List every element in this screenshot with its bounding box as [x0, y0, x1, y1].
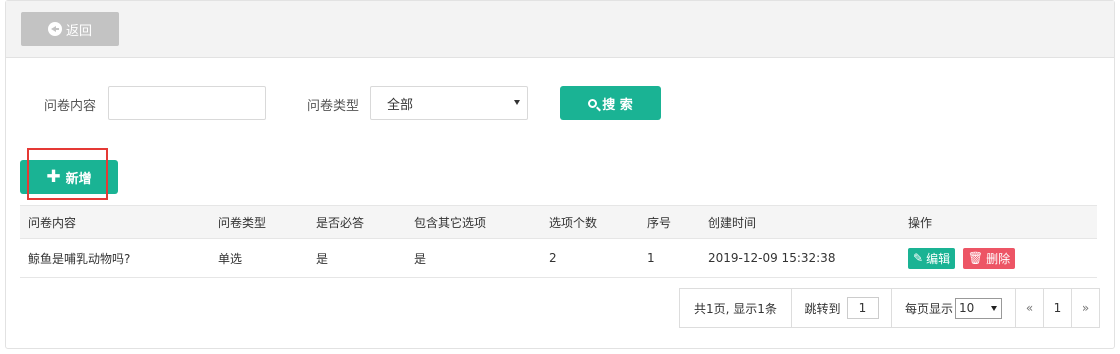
- next-page-button[interactable]: »: [1071, 288, 1100, 328]
- page-jump-label: 跳转到: [804, 301, 841, 316]
- edit-button-label: 编辑: [926, 251, 951, 266]
- delete-button-label: 删除: [986, 251, 1011, 266]
- page-size-value: 10: [959, 301, 975, 315]
- back-button-label: 返回: [65, 23, 92, 39]
- cell-required: 是: [308, 238, 406, 278]
- page-number-label: 1: [1053, 301, 1062, 315]
- top-toolbar: 返回: [6, 1, 1114, 58]
- cell-created: 2019-12-09 15:32:38: [700, 238, 900, 278]
- column-header: 创建时间: [700, 205, 900, 239]
- column-header: 问卷类型: [210, 205, 308, 239]
- table-header-row: 问卷内容 问卷类型 是否必答 包含其它选项 选项个数 序号 创建时间 操作: [20, 205, 1097, 239]
- cell-option-count: 2: [541, 238, 639, 278]
- column-header: 序号: [639, 205, 700, 239]
- column-header: 操作: [900, 205, 1097, 239]
- search-button[interactable]: 搜 索: [560, 86, 661, 120]
- page-size: 每页显示 10: [891, 288, 1016, 328]
- column-header: 选项个数: [541, 205, 639, 239]
- chevron-down-icon: [991, 305, 997, 311]
- highlight-box: [27, 148, 108, 200]
- type-filter-label: 问卷类型: [307, 99, 360, 114]
- prev-page-label: «: [1025, 301, 1034, 315]
- cell-type: 单选: [210, 238, 308, 278]
- next-page-label: »: [1081, 301, 1090, 315]
- prev-page-button[interactable]: «: [1015, 288, 1044, 328]
- page-size-select[interactable]: 10: [955, 297, 1002, 319]
- page-size-label: 每页显示: [904, 301, 953, 316]
- delete-button[interactable]: 🗑 删除: [962, 247, 1016, 269]
- cell-other: 是: [406, 238, 541, 278]
- page-number-button[interactable]: 1: [1043, 288, 1072, 328]
- content-filter-input[interactable]: [108, 86, 266, 120]
- content-filter-label: 问卷内容: [44, 99, 97, 114]
- cell-actions: ✎ 编辑 🗑 删除: [900, 238, 1097, 278]
- type-filter-select[interactable]: 全部: [370, 86, 528, 120]
- page-jump: 跳转到 1: [791, 288, 892, 328]
- column-header: 问卷内容: [20, 205, 210, 239]
- pagination-summary-text: 共1页, 显示1条: [694, 301, 777, 316]
- edit-icon: ✎: [913, 251, 924, 265]
- column-header: 是否必答: [308, 205, 406, 239]
- edit-button[interactable]: ✎ 编辑: [908, 247, 956, 269]
- search-button-label: 搜 索: [602, 97, 633, 113]
- search-icon: [588, 98, 598, 108]
- type-filter-value: 全部: [387, 97, 414, 113]
- page-jump-input[interactable]: 1: [846, 297, 879, 319]
- questionnaire-table: 问卷内容 问卷类型 是否必答 包含其它选项 选项个数 序号 创建时间 操作 鲸鱼…: [20, 205, 1097, 278]
- table-row: 鲸鱼是哺乳动物吗? 单选 是 是 2 1 2019-12-09 15:32:38…: [20, 238, 1097, 278]
- back-button[interactable]: 返回: [21, 12, 119, 46]
- trash-icon: 🗑: [967, 251, 984, 265]
- arrow-left-circle-icon: [47, 22, 62, 36]
- cell-content: 鲸鱼是哺乳动物吗?: [20, 238, 210, 278]
- cell-order: 1: [639, 238, 700, 278]
- column-header: 包含其它选项: [406, 205, 541, 239]
- pagination-summary: 共1页, 显示1条: [679, 288, 792, 328]
- chevron-down-icon: [514, 100, 520, 105]
